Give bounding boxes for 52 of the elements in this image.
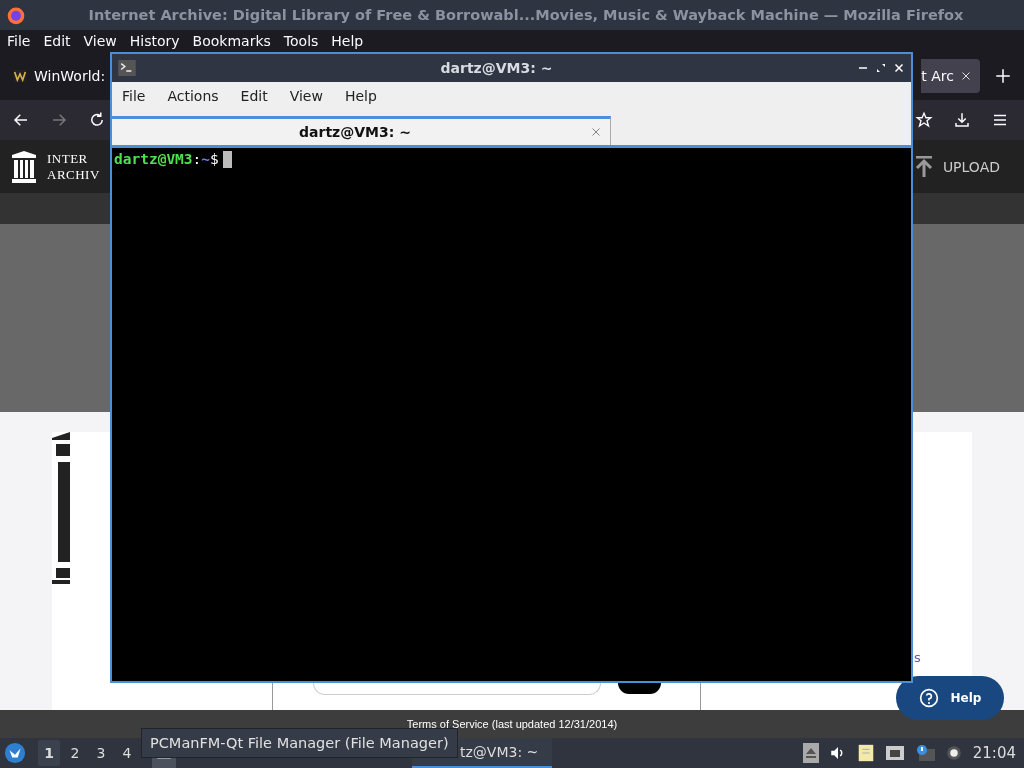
firefox-logo-icon <box>6 5 26 25</box>
new-tab-icon[interactable] <box>994 67 1012 85</box>
menu-item[interactable]: Tools <box>283 33 319 49</box>
terminal-icon <box>118 60 136 76</box>
menu-item[interactable]: View <box>289 88 323 104</box>
workspace-button[interactable]: 2 <box>64 740 86 766</box>
reload-icon[interactable] <box>88 111 106 129</box>
text-cursor <box>222 151 232 168</box>
shell-prompt: dartz@VM3:~$ <box>114 151 219 167</box>
link-text[interactable]: s <box>914 650 921 665</box>
close-icon[interactable] <box>893 62 905 74</box>
archive-logo-icon[interactable] <box>10 150 38 183</box>
search-field[interactable] <box>313 683 601 695</box>
upload-link[interactable]: UPLOAD <box>914 155 1000 178</box>
terminal-tab[interactable]: dartz@VM3: ~ <box>112 116 611 145</box>
menu-item[interactable]: Help <box>344 88 377 104</box>
help-button[interactable]: Help <box>896 676 1004 720</box>
menu-item[interactable]: Actions <box>167 88 219 104</box>
network-icon[interactable] <box>884 744 905 762</box>
notes-icon[interactable] <box>856 743 875 763</box>
window-title: dartz@VM3: ~ <box>439 60 554 76</box>
menu-item[interactable]: View <box>83 33 117 49</box>
workspace-button[interactable]: 4 <box>116 740 138 766</box>
menu-item[interactable]: File <box>122 88 146 104</box>
download-icon[interactable] <box>953 111 971 129</box>
archive-logo-text[interactable]: INTER ARCHIV <box>47 150 100 183</box>
menu-item[interactable]: File <box>7 33 31 49</box>
star-icon[interactable] <box>915 111 933 129</box>
forward-icon[interactable] <box>50 111 68 129</box>
start-menu-icon[interactable] <box>4 742 26 764</box>
workspace-button[interactable]: 3 <box>90 740 112 766</box>
terms-link[interactable]: Terms of Service (last updated 12/31/2014) <box>406 718 618 730</box>
clock[interactable]: 21:04 <box>972 744 1016 762</box>
menu-item[interactable]: Edit <box>43 33 71 49</box>
search-button[interactable] <box>618 683 661 694</box>
close-icon[interactable] <box>960 70 972 82</box>
menu-item[interactable]: Bookmarks <box>192 33 271 49</box>
eject-icon[interactable] <box>802 743 819 763</box>
alert-icon[interactable] <box>914 744 935 762</box>
menu-item[interactable]: Edit <box>240 88 268 104</box>
menu-item[interactable]: Help <box>331 33 364 49</box>
question-icon <box>918 688 939 708</box>
menu-item[interactable]: History <box>129 33 180 49</box>
back-icon[interactable] <box>12 111 30 129</box>
w-logo-icon <box>12 68 28 84</box>
window-title: Internet Archive: Digital Library of Free & Borrowabl...Movies, Music & Wayback Machine — Mozilla Firefox <box>87 7 965 23</box>
maximize-icon[interactable] <box>875 62 887 74</box>
browser-tab[interactable]: t Arc <box>921 59 980 93</box>
browser-tab[interactable]: WinWorld: <box>4 59 114 93</box>
tooltip: PCManFM-Qt File Manager (File Manager) <box>141 728 458 758</box>
upload-icon <box>914 155 933 178</box>
workspace-button[interactable]: 1 <box>38 740 60 766</box>
